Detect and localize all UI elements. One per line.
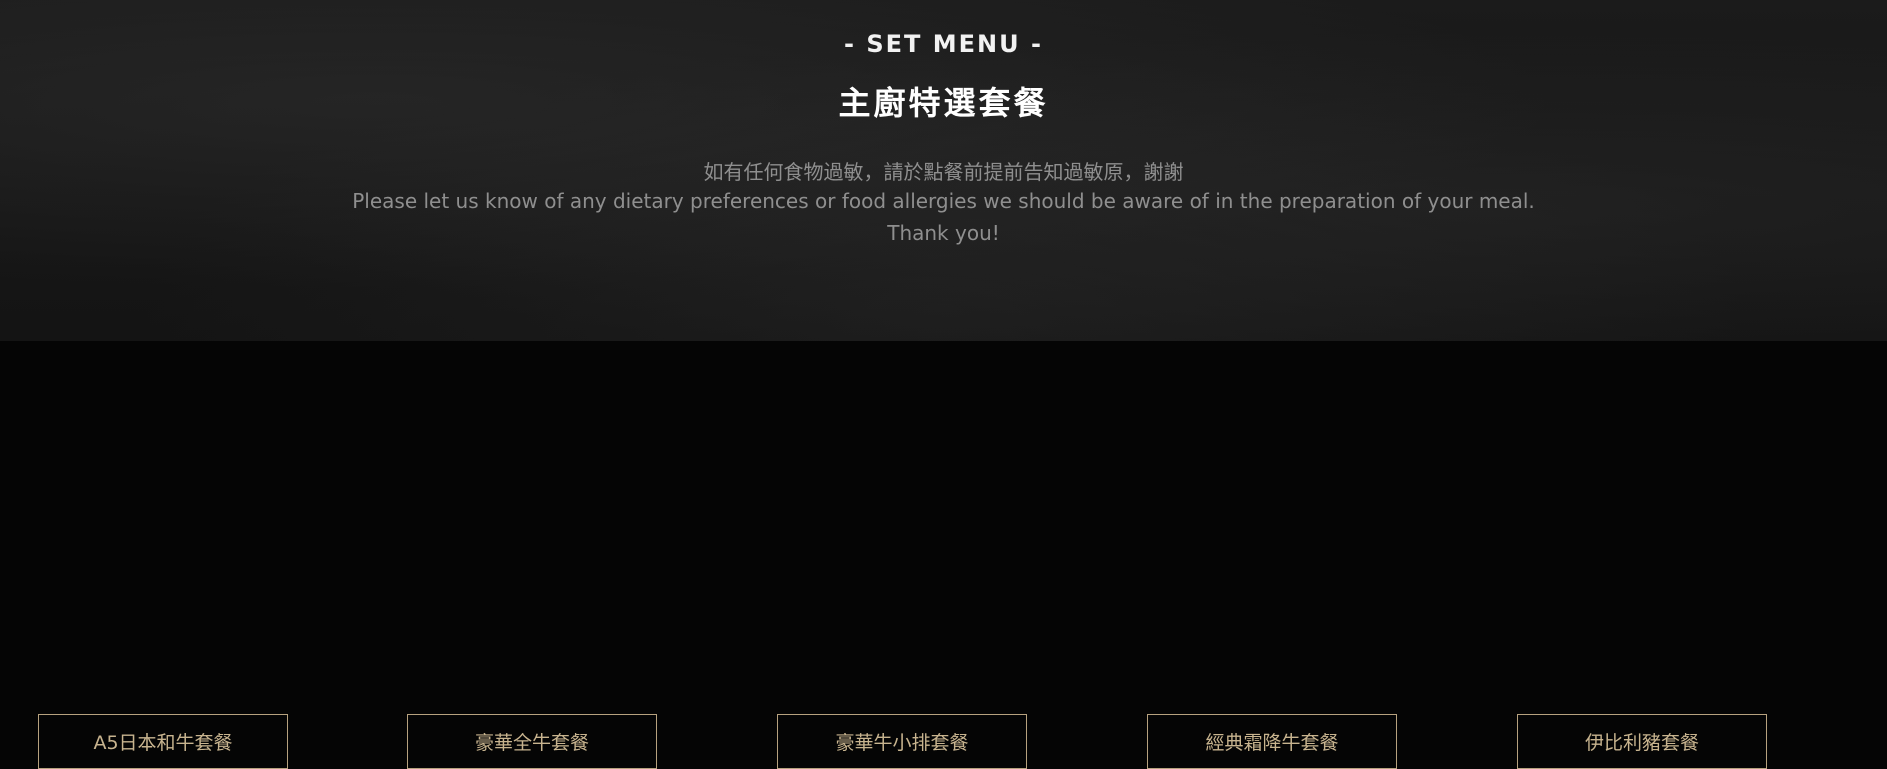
- tab-deluxe-beef-set[interactable]: 豪華全牛套餐: [407, 714, 657, 769]
- tab-deluxe-short-rib-set[interactable]: 豪華牛小排套餐: [777, 714, 1027, 769]
- tab-classic-marbled-beef-set[interactable]: 經典霜降牛套餐: [1147, 714, 1397, 769]
- set-menu-tabs: A5日本和牛套餐 豪華全牛套餐 豪華牛小排套餐 經典霜降牛套餐 伊比利豬套餐: [0, 341, 1887, 769]
- thank-you-text: Thank you!: [887, 221, 1000, 245]
- section-kicker: - SET MENU -: [844, 30, 1043, 58]
- allergy-notice-zh: 如有任何食物過敏，請於點餐前提前告知過敏原，謝謝: [703, 160, 1184, 184]
- allergy-notice-en: Please let us know of any dietary prefer…: [352, 189, 1535, 213]
- tab-iberico-pork-set[interactable]: 伊比利豬套餐: [1517, 714, 1767, 769]
- tab-a5-wagyu-set[interactable]: A5日本和牛套餐: [38, 714, 288, 769]
- set-menu-hero: - SET MENU - 主廚特選套餐 如有任何食物過敏，請於點餐前提前告知過敏…: [0, 0, 1887, 341]
- page-title: 主廚特選套餐: [838, 84, 1049, 122]
